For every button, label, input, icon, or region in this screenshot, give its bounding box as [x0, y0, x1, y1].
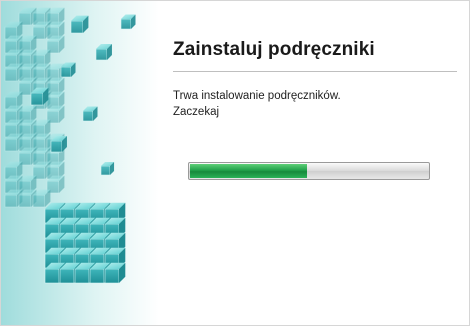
cube-blocks-art: [1, 1, 159, 325]
title-divider: [173, 71, 457, 72]
wait-line: Zaczekaj: [173, 106, 220, 118]
status-message: Trwa instalowanie podręczników. Zaczekaj: [173, 88, 457, 120]
install-progress-bar: [188, 162, 430, 180]
progress-fill: [190, 164, 307, 178]
content-panel: Zainstaluj podręczniki Trwa instalowanie…: [173, 39, 457, 120]
installer-window: Zainstaluj podręczniki Trwa instalowanie…: [0, 0, 470, 326]
page-title: Zainstaluj podręczniki: [173, 39, 375, 60]
cube-blocks-icon: [1, 1, 159, 325]
status-line: Trwa instalowanie podręczników.: [173, 90, 341, 102]
